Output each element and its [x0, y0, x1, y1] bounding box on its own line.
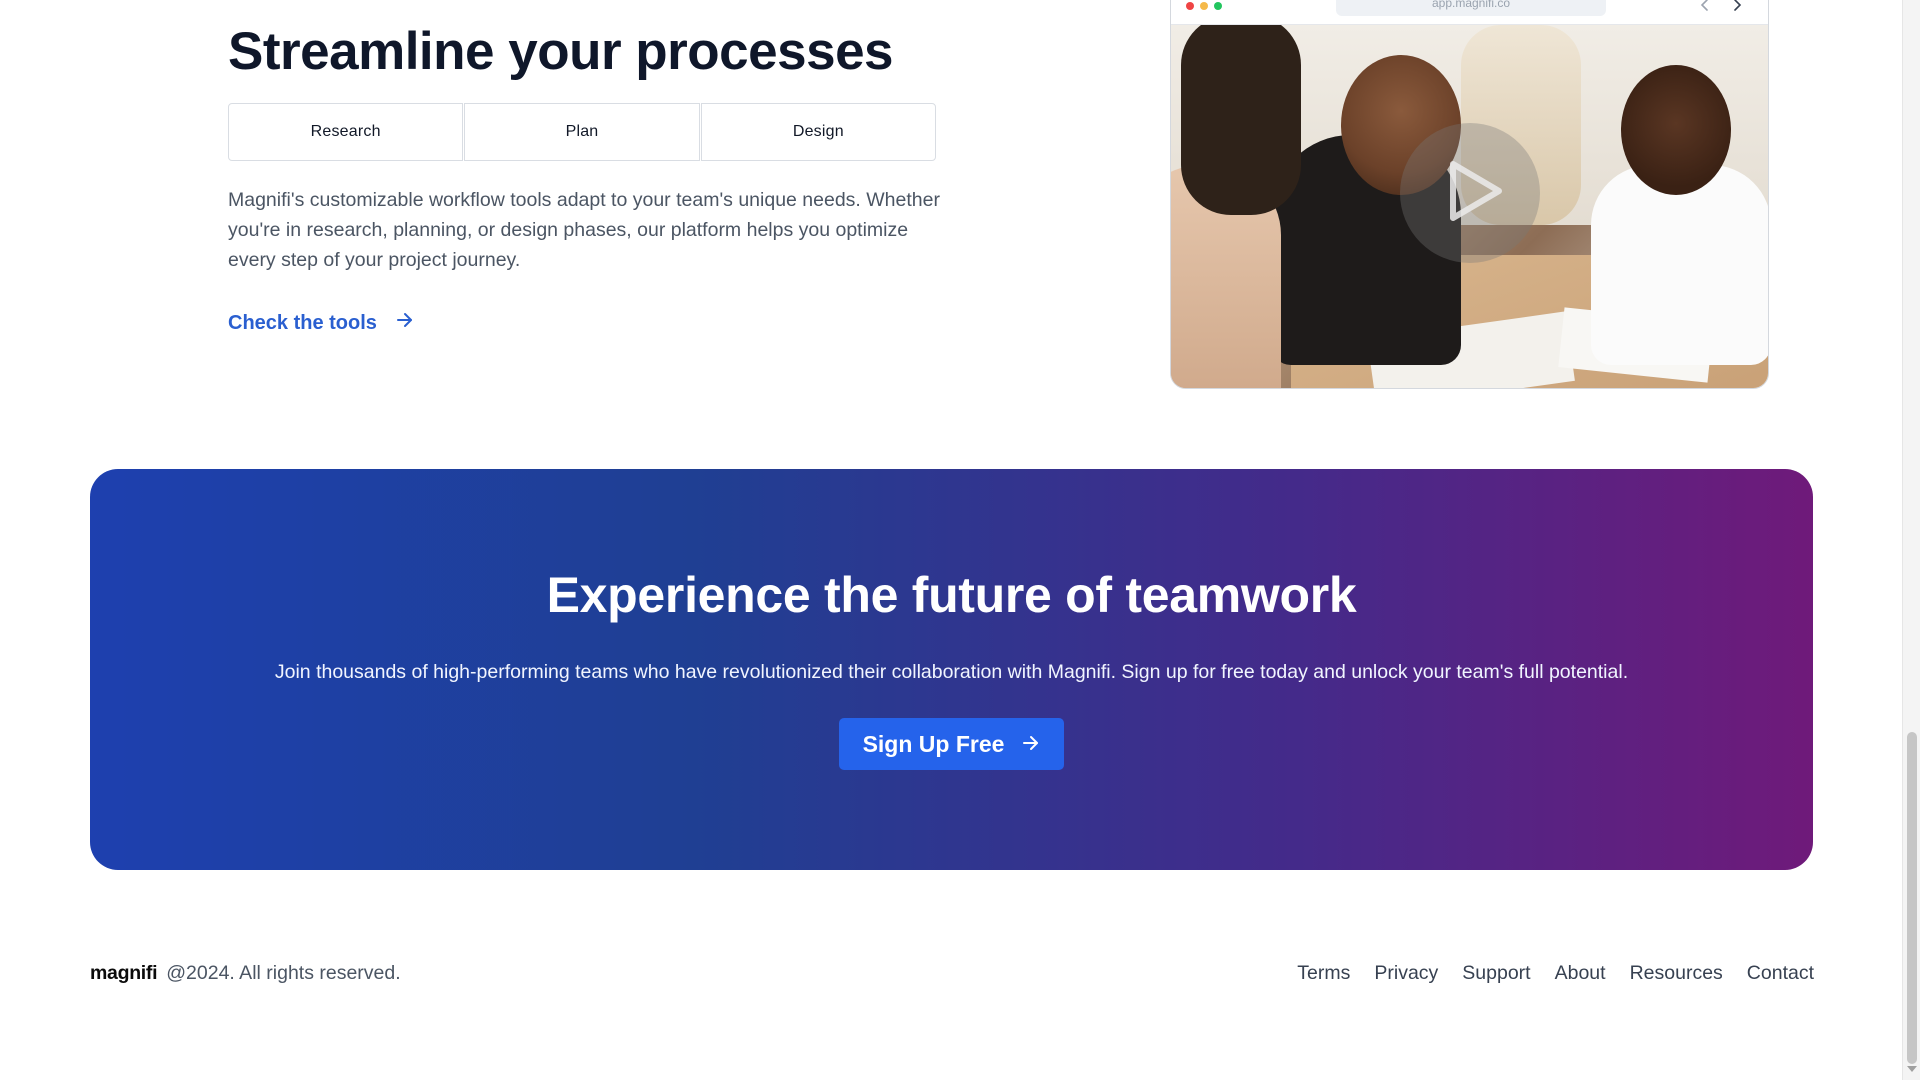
arrow-right-icon	[395, 310, 415, 336]
section-title: Streamline your processes	[228, 22, 894, 81]
footer-link-terms[interactable]: Terms	[1297, 962, 1350, 985]
footer-link-contact[interactable]: Contact	[1747, 962, 1814, 985]
page-scrollbar[interactable]	[1902, 0, 1920, 1080]
scroll-down-arrow-icon[interactable]	[1907, 1066, 1917, 1072]
footer-nav: Terms Privacy Support About Resources Co…	[1297, 962, 1814, 985]
sign-up-label: Sign Up Free	[862, 730, 1005, 757]
cta-title: Experience the future of teamwork	[546, 567, 1357, 623]
copyright-text: @2024. All rights reserved.	[166, 962, 401, 984]
footer-link-resources[interactable]: Resources	[1630, 962, 1723, 985]
play-button[interactable]	[1400, 123, 1540, 263]
tab-design[interactable]: Design	[700, 103, 936, 161]
check-tools-link[interactable]: Check the tools	[228, 310, 415, 336]
sign-up-button[interactable]: Sign Up Free	[839, 718, 1064, 770]
browser-toolbar: app.magnifi.co	[1171, 0, 1768, 25]
minimize-dot-icon	[1200, 2, 1208, 10]
url-text: app.magnifi.co	[1431, 0, 1511, 10]
footer-brand: magnifi @2024. All rights reserved.	[90, 962, 401, 985]
close-dot-icon	[1186, 2, 1194, 10]
photo-figure	[1621, 65, 1731, 195]
maximize-dot-icon	[1214, 2, 1222, 10]
workflow-tabs: Research Plan Design	[228, 103, 936, 161]
url-bar: app.magnifi.co	[1336, 0, 1606, 16]
footer-link-privacy[interactable]: Privacy	[1374, 962, 1438, 985]
cta-subtitle: Join thousands of high-performing teams …	[274, 661, 1629, 683]
footer-link-support[interactable]: Support	[1462, 962, 1530, 985]
video-thumbnail[interactable]	[1171, 25, 1768, 388]
feature-description: Magnifi's customizable workflow tools ad…	[228, 189, 940, 271]
photo-figure	[1181, 25, 1301, 215]
browser-nav	[1698, 0, 1744, 17]
browser-mockup: app.magnifi.co	[1170, 0, 1769, 389]
tab-research[interactable]: Research	[228, 103, 464, 161]
cta-banner: Experience the future of teamwork Join t…	[90, 469, 1813, 870]
chevron-right-icon	[1730, 0, 1744, 17]
window-controls	[1186, 2, 1222, 10]
arrow-right-icon	[1022, 731, 1040, 758]
check-tools-label: Check the tools	[228, 311, 377, 334]
scrollbar-thumb[interactable]	[1907, 732, 1917, 1064]
chevron-left-icon	[1698, 0, 1712, 17]
page: Streamline your processes Research Plan …	[0, 0, 1920, 1080]
photo-figure	[1591, 165, 1768, 365]
tab-plan[interactable]: Plan	[464, 103, 700, 161]
footer-link-about[interactable]: About	[1555, 962, 1606, 985]
brand-logo[interactable]: magnifi	[90, 962, 158, 985]
play-icon	[1431, 156, 1509, 231]
